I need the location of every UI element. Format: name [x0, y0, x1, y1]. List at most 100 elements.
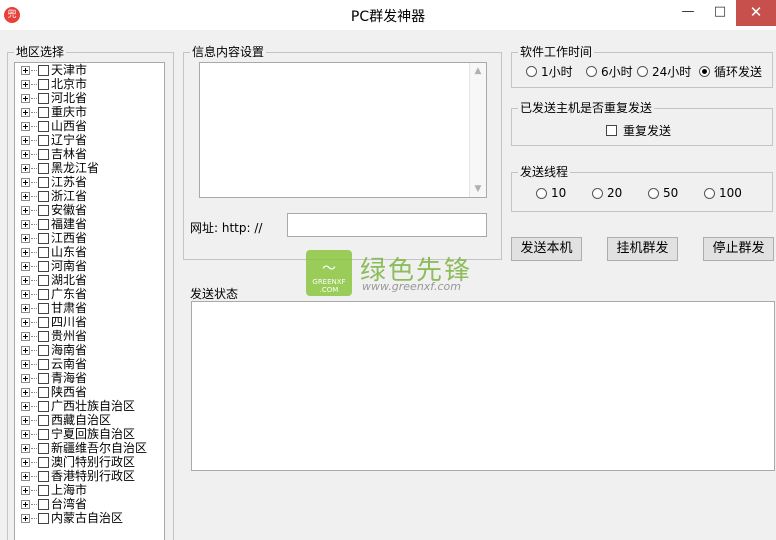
expand-plus-icon[interactable]	[21, 345, 30, 355]
checkbox-icon[interactable]	[38, 358, 49, 370]
tree-item[interactable]: 澳门特别行政区	[15, 455, 164, 469]
checkbox-icon[interactable]	[38, 134, 49, 146]
checkbox-icon[interactable]	[38, 204, 49, 216]
checkbox-icon[interactable]	[38, 344, 49, 356]
tree-item[interactable]: 黑龙江省	[15, 161, 164, 175]
worktime-radio-6h[interactable]: 6小时	[586, 63, 633, 80]
tree-item[interactable]: 新疆维吾尔自治区	[15, 441, 164, 455]
expand-plus-icon[interactable]	[21, 359, 30, 369]
tree-item[interactable]: 广东省	[15, 287, 164, 301]
resend-checkbox[interactable]: 重复发送	[606, 122, 671, 139]
checkbox-icon[interactable]	[38, 498, 49, 510]
thread-radio-10[interactable]: 10	[536, 186, 566, 200]
worktime-radio-loop[interactable]: 循环发送	[699, 63, 762, 80]
tree-item[interactable]: 北京市	[15, 77, 164, 91]
expand-plus-icon[interactable]	[21, 513, 30, 523]
maximize-button[interactable]: □	[704, 0, 736, 26]
tree-item[interactable]: 台湾省	[15, 497, 164, 511]
checkbox-icon[interactable]	[38, 64, 49, 76]
tree-item[interactable]: 吉林省	[15, 147, 164, 161]
expand-plus-icon[interactable]	[21, 79, 30, 89]
thread-radio-20[interactable]: 20	[592, 186, 622, 200]
hang-send-button[interactable]: 挂机群发	[607, 237, 678, 261]
checkbox-icon[interactable]	[38, 120, 49, 132]
tree-item[interactable]: 辽宁省	[15, 133, 164, 147]
radio-selected-icon[interactable]	[699, 66, 710, 77]
scroll-up-icon[interactable]: ▲	[470, 66, 486, 76]
tree-item[interactable]: 安徽省	[15, 203, 164, 217]
expand-plus-icon[interactable]	[21, 65, 30, 75]
tree-item[interactable]: 四川省	[15, 315, 164, 329]
tree-item[interactable]: 贵州省	[15, 329, 164, 343]
expand-plus-icon[interactable]	[21, 135, 30, 145]
tree-item[interactable]: 甘肃省	[15, 301, 164, 315]
expand-plus-icon[interactable]	[21, 303, 30, 313]
tree-item[interactable]: 西藏自治区	[15, 413, 164, 427]
tree-item[interactable]: 香港特别行政区	[15, 469, 164, 483]
expand-plus-icon[interactable]	[21, 219, 30, 229]
radio-icon[interactable]	[592, 187, 603, 199]
expand-plus-icon[interactable]	[21, 499, 30, 509]
tree-item[interactable]: 湖北省	[15, 273, 164, 287]
radio-icon[interactable]	[704, 187, 715, 199]
tree-item[interactable]: 海南省	[15, 343, 164, 357]
checkbox-icon[interactable]	[38, 302, 49, 314]
tree-item[interactable]: 云南省	[15, 357, 164, 371]
expand-plus-icon[interactable]	[21, 247, 30, 257]
checkbox-icon[interactable]	[38, 400, 49, 412]
radio-icon[interactable]	[586, 66, 597, 77]
checkbox-icon[interactable]	[38, 386, 49, 398]
radio-icon[interactable]	[526, 66, 537, 77]
tree-item[interactable]: 宁夏回族自治区	[15, 427, 164, 441]
worktime-radio-24h[interactable]: 24小时	[637, 63, 691, 80]
checkbox-icon[interactable]	[38, 218, 49, 230]
checkbox-icon[interactable]	[38, 260, 49, 272]
tree-item[interactable]: 陕西省	[15, 385, 164, 399]
checkbox-icon[interactable]	[38, 190, 49, 202]
expand-plus-icon[interactable]	[21, 373, 30, 383]
tree-item[interactable]: 青海省	[15, 371, 164, 385]
tree-item[interactable]: 山西省	[15, 119, 164, 133]
tree-item[interactable]: 江西省	[15, 231, 164, 245]
checkbox-icon[interactable]	[38, 428, 49, 440]
checkbox-icon[interactable]	[38, 442, 49, 454]
minimize-button[interactable]: —	[672, 0, 704, 26]
checkbox-icon[interactable]	[38, 274, 49, 286]
checkbox-icon[interactable]	[38, 512, 49, 524]
expand-plus-icon[interactable]	[21, 401, 30, 411]
tree-item[interactable]: 广西壮族自治区	[15, 399, 164, 413]
checkbox-icon[interactable]	[38, 330, 49, 342]
tree-item[interactable]: 江苏省	[15, 175, 164, 189]
expand-plus-icon[interactable]	[21, 429, 30, 439]
region-tree[interactable]: 天津市 北京市 河北省 重庆市 山西省 辽宁省 吉林省 黑龙江省 江苏省 浙江省 安徽省 福建省 江西省…	[14, 62, 165, 540]
expand-plus-icon[interactable]	[21, 93, 30, 103]
tree-item[interactable]: 河北省	[15, 91, 164, 105]
checkbox-icon[interactable]	[38, 372, 49, 384]
checkbox-icon[interactable]	[38, 232, 49, 244]
tree-item[interactable]: 上海市	[15, 483, 164, 497]
expand-plus-icon[interactable]	[21, 163, 30, 173]
radio-icon[interactable]	[637, 66, 648, 77]
thread-radio-100[interactable]: 100	[704, 186, 742, 200]
checkbox-icon[interactable]	[38, 246, 49, 258]
worktime-radio-1h[interactable]: 1小时	[526, 63, 573, 80]
message-content-textarea[interactable]: ▲ ▼	[199, 62, 487, 198]
checkbox-icon[interactable]	[38, 176, 49, 188]
thread-radio-50[interactable]: 50	[648, 186, 678, 200]
expand-plus-icon[interactable]	[21, 261, 30, 271]
expand-plus-icon[interactable]	[21, 149, 30, 159]
expand-plus-icon[interactable]	[21, 289, 30, 299]
expand-plus-icon[interactable]	[21, 107, 30, 117]
checkbox-icon[interactable]	[38, 288, 49, 300]
checkbox-icon[interactable]	[38, 92, 49, 104]
close-button[interactable]: ✕	[736, 0, 776, 26]
expand-plus-icon[interactable]	[21, 317, 30, 327]
checkbox-icon[interactable]	[38, 414, 49, 426]
expand-plus-icon[interactable]	[21, 443, 30, 453]
expand-plus-icon[interactable]	[21, 387, 30, 397]
expand-plus-icon[interactable]	[21, 331, 30, 341]
expand-plus-icon[interactable]	[21, 191, 30, 201]
tree-item[interactable]: 内蒙古自治区	[15, 511, 164, 525]
checkbox-icon[interactable]	[38, 470, 49, 482]
url-input[interactable]	[287, 213, 487, 237]
